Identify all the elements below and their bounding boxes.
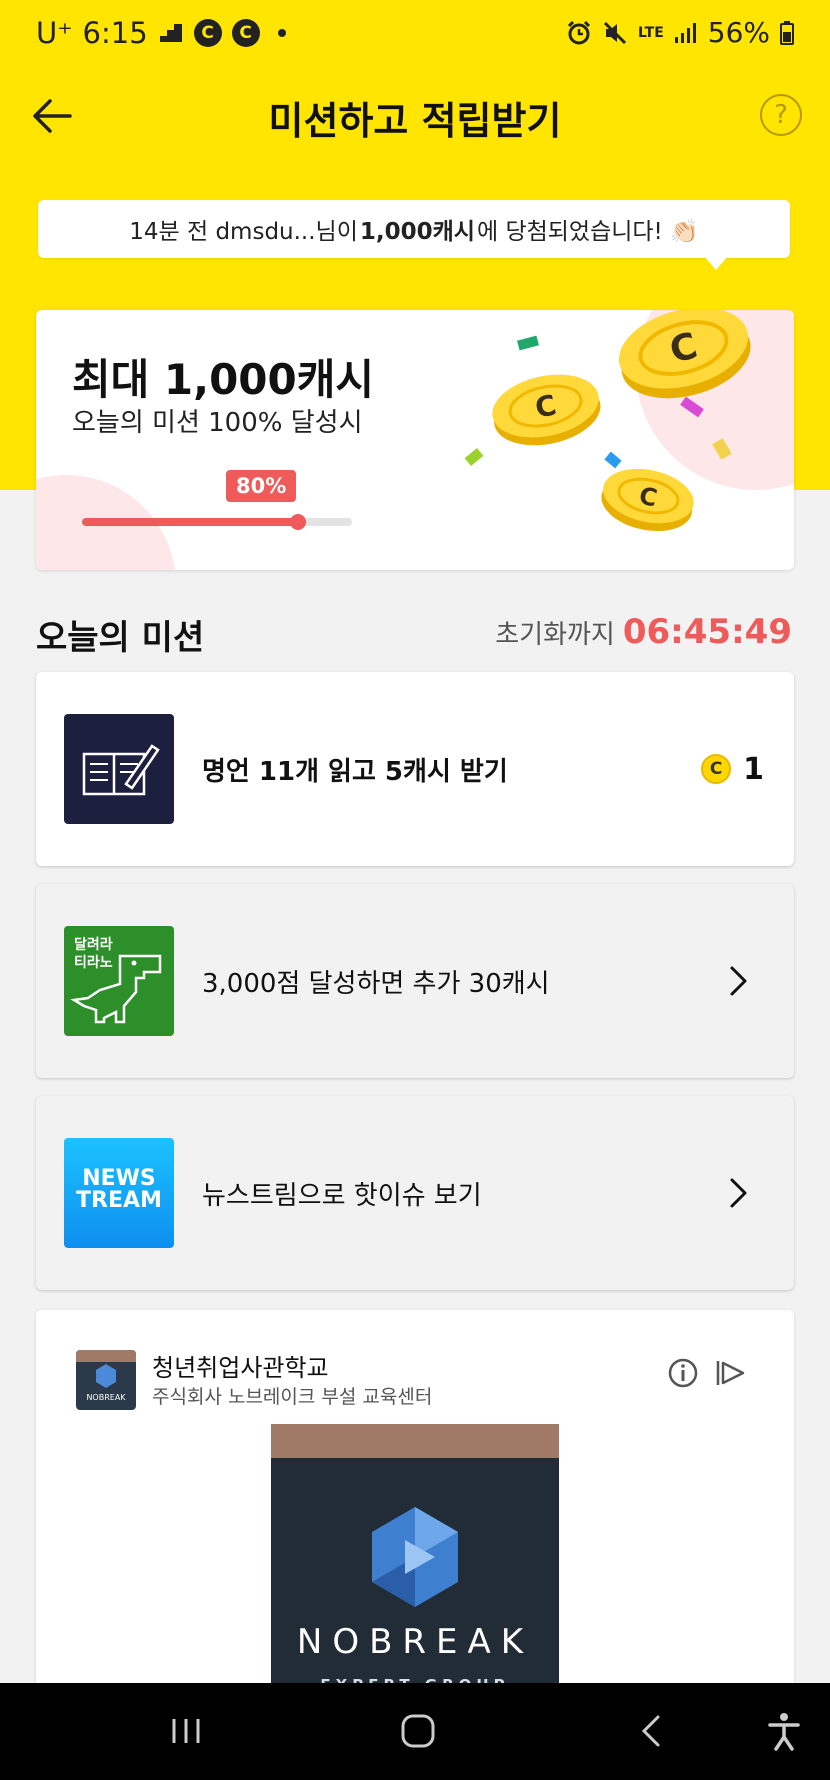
mission-label: 3,000점 달성하면 추가 30캐시	[202, 968, 550, 999]
nobreak-hexagon-icon	[372, 1507, 458, 1607]
system-navigation-bar	[0, 1683, 830, 1780]
mission-reward-value: 1	[743, 751, 764, 787]
mute-icon	[603, 21, 627, 44]
app-header: 미션하고 적립받기 ?	[0, 72, 830, 162]
page-title: 미션하고 적립받기	[268, 99, 562, 143]
clock: 6:15	[82, 16, 148, 50]
mission-item-quotes[interactable]: 명언 11개 읽고 5캐시 받기 C 1	[36, 672, 794, 866]
progress-knob	[290, 514, 306, 530]
recent-apps-icon[interactable]	[164, 1709, 208, 1753]
progress-fill	[82, 518, 298, 526]
coins-illustration-icon: C C C	[464, 310, 751, 532]
mission-item-dino-game[interactable]: 달려라 티라노 3,000점 달성하면 추가 30캐시	[36, 884, 794, 1078]
info-icon[interactable]	[668, 1358, 698, 1388]
newstream-icon: NEWS TREAM	[64, 1138, 174, 1248]
carrier-label: U⁺	[36, 16, 73, 50]
newstream-icon-text: TREAM	[76, 1188, 162, 1213]
reset-label: 초기화까지	[495, 620, 615, 650]
help-icon[interactable]: ?	[760, 94, 802, 136]
more-notifications-dot	[277, 29, 286, 37]
reward-title: 최대 1,000캐시	[72, 355, 375, 404]
chevron-right-icon	[730, 966, 747, 996]
ad-choices-icon[interactable]	[714, 1358, 746, 1388]
network-type: LTE	[638, 24, 664, 41]
missions-section-title: 오늘의 미션	[36, 618, 205, 658]
progress-bar	[82, 514, 352, 530]
signal-icon	[674, 22, 696, 43]
mission-label: 뉴스트림으로 핫이슈 보기	[202, 1180, 482, 1211]
reward-subtitle: 오늘의 미션 100% 달성시	[72, 408, 363, 438]
svg-text:NOBREAK: NOBREAK	[86, 1393, 126, 1402]
mission-reward: C 1	[701, 672, 764, 866]
reward-card[interactable]: 최대 1,000캐시 오늘의 미션 100% 달성시 80% C C C	[36, 310, 794, 570]
notice-prefix: 14분 전 dmsdu...님이	[129, 219, 358, 245]
status-right: LTE 56%	[566, 16, 794, 49]
ad-brand-name: NOBREAK	[296, 1622, 534, 1662]
battery-icon	[780, 20, 794, 45]
notification-badge-icon: C	[193, 19, 222, 47]
reset-countdown: 06:45:49	[622, 612, 792, 652]
stairs-icon	[159, 24, 182, 42]
notice-amount: 1,000캐시	[359, 219, 475, 245]
ad-image-wall	[271, 1424, 559, 1458]
chevron-right-icon	[730, 1178, 747, 1208]
status-bar: U⁺ 6:15 C C LTE 56%	[0, 0, 830, 72]
winner-notice: 14분 전 dmsdu...님이 1,000캐시 에 당첨되었습니다! 👏🏻	[38, 200, 790, 258]
advertiser-description: 주식회사 노브레이크 부설 교육센터	[152, 1386, 433, 1408]
dinosaur-icon: 달려라 티라노	[64, 926, 174, 1036]
cash-coin-icon: C	[701, 754, 732, 784]
status-left: U⁺ 6:15 C C	[36, 16, 286, 50]
notice-suffix: 에 당첨되었습니다! 👏🏻	[476, 219, 699, 245]
notification-badge-icon: C	[231, 19, 260, 47]
battery-percent: 56%	[707, 16, 770, 49]
advertiser-name: 청년취업사관학교	[152, 1354, 329, 1382]
alarm-icon	[567, 20, 591, 44]
back-icon[interactable]	[630, 1709, 674, 1753]
home-icon[interactable]	[396, 1709, 440, 1753]
progress-percent-badge: 80%	[226, 470, 297, 502]
book-quill-icon	[64, 714, 174, 824]
mission-label: 명언 11개 읽고 5캐시 받기	[202, 756, 508, 787]
newstream-icon-text: NEWS	[82, 1166, 156, 1191]
reset-timer: 초기화까지 06:45:49	[495, 612, 792, 652]
notice-tail	[704, 256, 728, 270]
accessibility-icon[interactable]	[762, 1709, 806, 1753]
advertiser-logo: NOBREAK	[76, 1350, 136, 1410]
mission-item-newstream[interactable]: NEWS TREAM 뉴스트림으로 핫이슈 보기	[36, 1096, 794, 1290]
